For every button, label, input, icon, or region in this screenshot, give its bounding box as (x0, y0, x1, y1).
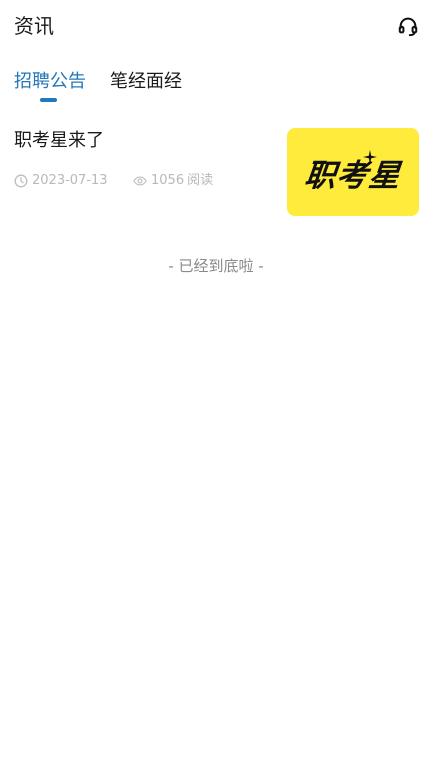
article-title: 职考星来了 (14, 130, 104, 151)
clock-icon (14, 174, 28, 188)
views-suffix: 阅读 (187, 173, 214, 188)
views-count: 1056 (151, 173, 185, 188)
article-views: 1056 阅读 (133, 172, 213, 190)
sparkle-icon (363, 150, 377, 164)
tab-bar: 招聘公告 笔经面经 (0, 64, 432, 108)
list-item[interactable]: 职考星来了 2023-07-13 1056 阅读 职考星 (0, 120, 432, 224)
tab-interview-experience[interactable]: 笔经面经 (110, 70, 182, 94)
headset-icon (398, 17, 418, 37)
thumbnail-logo-text: 职考星 (302, 157, 403, 194)
list-end-indicator: - 已经到底啦 - (168, 257, 264, 275)
customer-service-button[interactable] (396, 14, 420, 38)
article-thumbnail: 职考星 (287, 128, 419, 216)
eye-icon (133, 174, 147, 188)
active-tab-indicator (40, 98, 57, 102)
page-title: 资讯 (14, 14, 54, 38)
app-header: 资讯 (0, 0, 432, 56)
tab-recruitment-notices[interactable]: 招聘公告 (14, 70, 86, 94)
date-text: 2023-07-13 (32, 173, 108, 188)
article-date: 2023-07-13 (14, 172, 108, 190)
